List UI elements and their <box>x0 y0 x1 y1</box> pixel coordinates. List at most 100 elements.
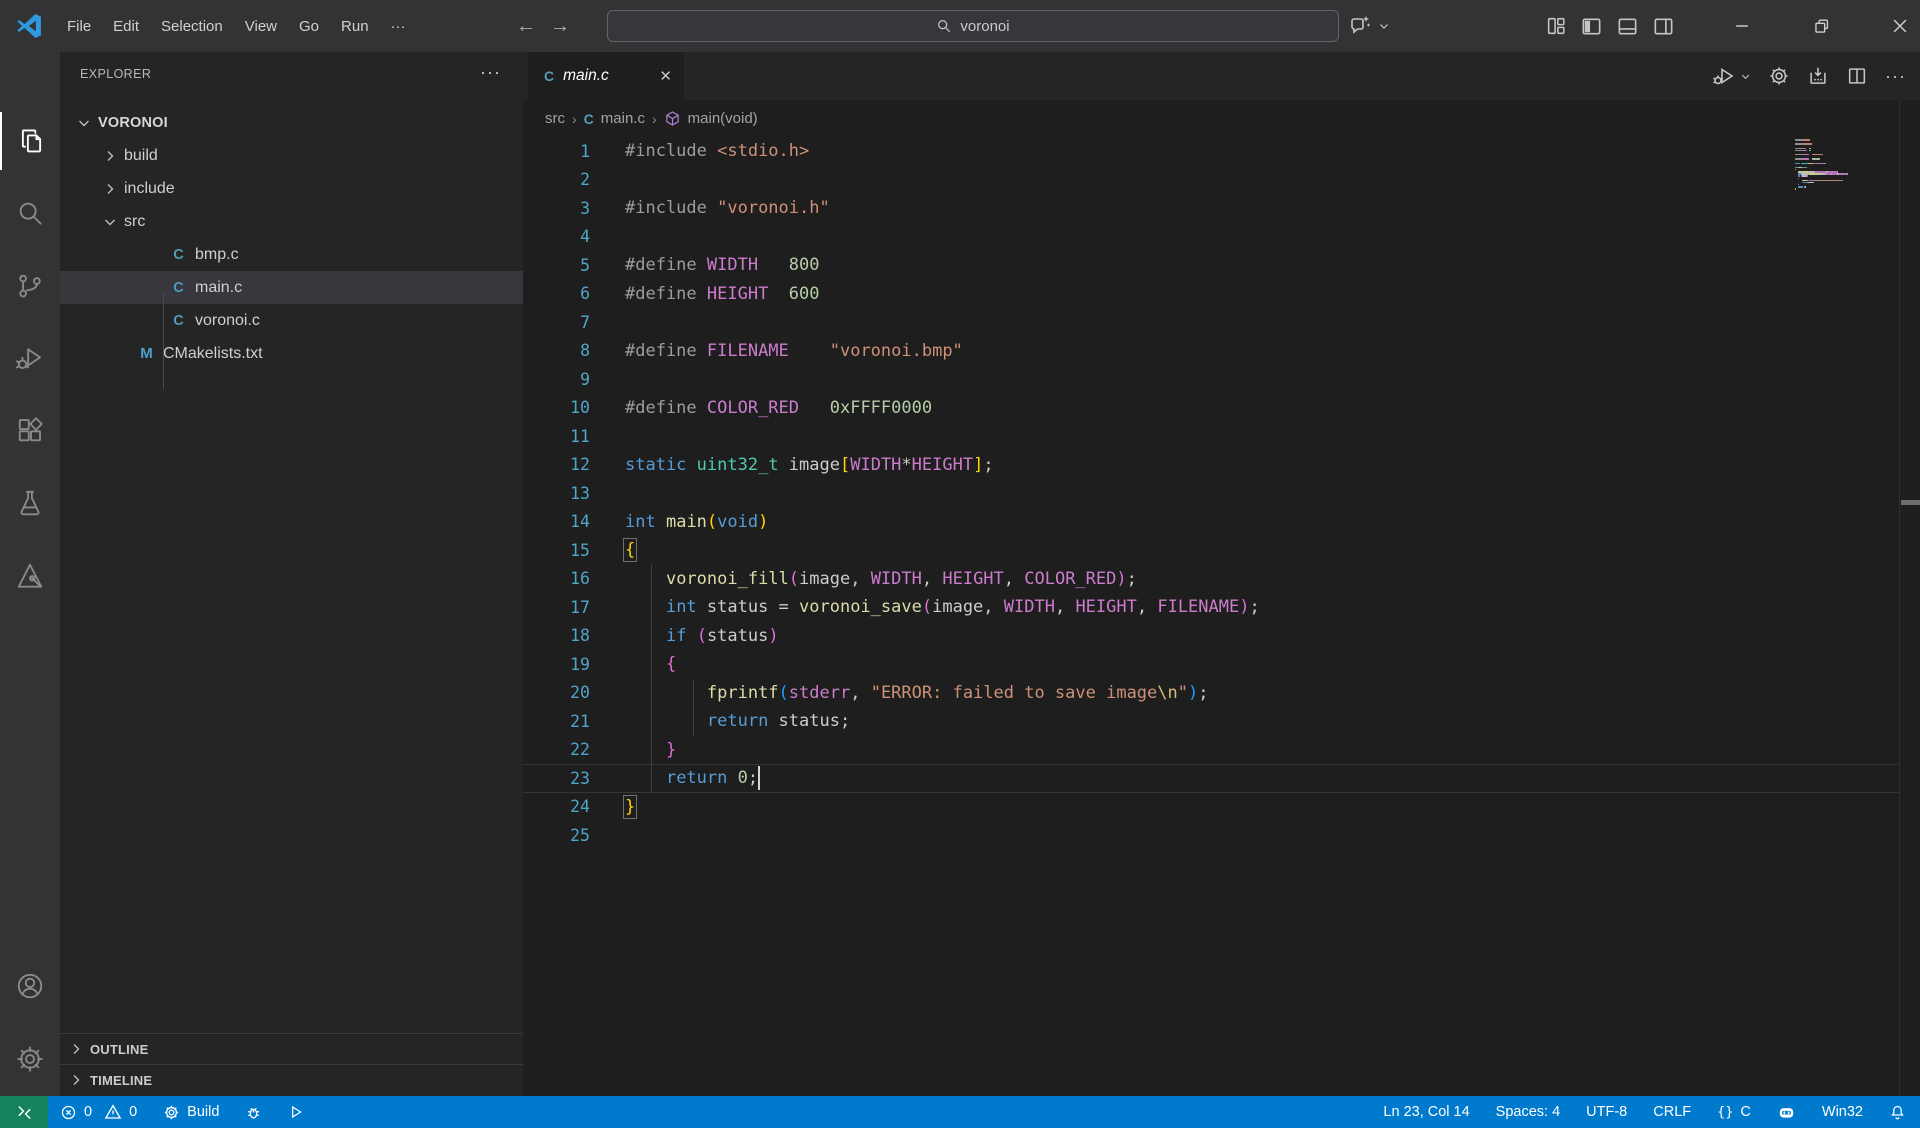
activity-source-control[interactable] <box>0 257 60 315</box>
code-line-19[interactable]: 19 { <box>523 650 1920 679</box>
install-build-icon[interactable] <box>1807 65 1829 87</box>
breadcrumb: src › C main.c › main(void) <box>523 100 1920 137</box>
activity-explorer[interactable] <box>0 112 62 170</box>
tab-main-c[interactable]: C main.c ✕ <box>528 52 684 100</box>
cmake-build-button[interactable]: Build <box>163 1104 219 1121</box>
statusbar-copilot[interactable] <box>1777 1103 1796 1122</box>
line-number: 22 <box>523 740 590 759</box>
tree-item-build[interactable]: build <box>60 139 523 172</box>
activity-account[interactable] <box>0 957 60 1015</box>
toggle-secondary-sidebar-icon[interactable] <box>1652 15 1675 38</box>
debug-target-button[interactable] <box>245 1104 262 1121</box>
section-timeline[interactable]: TIMELINE <box>60 1064 523 1095</box>
code-line-22[interactable]: 22 } <box>523 736 1920 765</box>
activity-extensions[interactable] <box>0 402 60 460</box>
code-line-21[interactable]: 21 return status; <box>523 707 1920 736</box>
more-actions-icon[interactable]: ··· <box>480 62 501 83</box>
code-line-7[interactable]: 7 <box>523 308 1920 337</box>
breadcrumb-file[interactable]: main.c <box>601 110 645 127</box>
code-line-1[interactable]: 1#include <stdio.h> <box>523 137 1920 166</box>
launch-target-button[interactable] <box>288 1104 304 1120</box>
tree-item-label: CMakelists.txt <box>163 345 263 363</box>
code-line-5[interactable]: 5#define WIDTH 800 <box>523 251 1920 280</box>
code-line-17[interactable]: 17 int status = voronoi_save(image, WIDT… <box>523 593 1920 622</box>
code-line-20[interactable]: 20 fprintf(stderr, "ERROR: failed to sav… <box>523 679 1920 708</box>
problems-indicator[interactable]: 0 0 <box>60 1103 137 1121</box>
line-number: 24 <box>523 797 590 816</box>
code-line-14[interactable]: 14int main(void) <box>523 508 1920 537</box>
code-line-18[interactable]: 18 if (status) <box>523 622 1920 651</box>
activity-settings[interactable] <box>0 1030 60 1088</box>
c-file-icon: C <box>544 68 554 84</box>
code-line-16[interactable]: 16 voronoi_fill(image, WIDTH, HEIGHT, CO… <box>523 565 1920 594</box>
minimap[interactable] <box>1795 139 1885 193</box>
back-arrow-icon[interactable]: ← <box>516 15 536 38</box>
copilot-menu[interactable] <box>1348 0 1390 52</box>
activity-run-debug[interactable] <box>0 329 60 387</box>
scrollbar-track[interactable] <box>1899 100 1920 1096</box>
minimize-icon[interactable] <box>1732 16 1752 36</box>
remote-indicator[interactable] <box>0 1096 48 1128</box>
restore-icon[interactable] <box>1812 17 1831 36</box>
menu-selection[interactable]: Selection <box>150 13 234 40</box>
toggle-panel-icon[interactable] <box>1616 15 1639 38</box>
code-line-9[interactable]: 9 <box>523 365 1920 394</box>
code-line-3[interactable]: 3#include "voronoi.h" <box>523 194 1920 223</box>
breadcrumb-src[interactable]: src <box>545 110 565 127</box>
statusbar-language-mode[interactable]: {}C <box>1717 1104 1751 1120</box>
statusbar-platform[interactable]: Win32 <box>1822 1104 1863 1120</box>
menu-go[interactable]: Go <box>288 13 330 40</box>
command-center-search[interactable]: voronoi <box>607 10 1339 42</box>
statusbar-eol[interactable]: CRLF <box>1653 1104 1691 1120</box>
c-file-icon: C <box>584 111 594 127</box>
code-line-25[interactable]: 25 <box>523 821 1920 850</box>
statusbar-notifications[interactable] <box>1889 1104 1906 1121</box>
menu-[interactable]: ··· <box>380 13 417 40</box>
activity-cmake[interactable] <box>0 547 60 605</box>
code-line-2[interactable]: 2 <box>523 166 1920 195</box>
menu-edit[interactable]: Edit <box>102 13 150 40</box>
code-line-8[interactable]: 8#define FILENAME "voronoi.bmp" <box>523 337 1920 366</box>
tree-item-include[interactable]: include <box>60 172 523 205</box>
activity-search[interactable] <box>0 184 60 242</box>
code-line-13[interactable]: 13 <box>523 479 1920 508</box>
tree-item-src[interactable]: src <box>60 205 523 238</box>
chevron-down-icon <box>76 115 92 131</box>
section-outline[interactable]: OUTLINE <box>60 1033 523 1064</box>
menu-bar: FileEditSelectionViewGoRun··· <box>56 0 417 52</box>
breadcrumb-symbol[interactable]: main(void) <box>688 110 758 127</box>
activity-testing[interactable] <box>0 474 60 532</box>
code-line-10[interactable]: 10#define COLOR_RED 0xFFFF0000 <box>523 394 1920 423</box>
customize-layout-icon[interactable] <box>1545 15 1567 37</box>
statusbar-encoding[interactable]: UTF-8 <box>1586 1104 1627 1120</box>
forward-arrow-icon[interactable]: → <box>550 15 570 38</box>
gear-icon[interactable] <box>1768 65 1790 87</box>
menu-file[interactable]: File <box>56 13 102 40</box>
code-line-11[interactable]: 11 <box>523 422 1920 451</box>
close-icon[interactable] <box>1890 16 1910 36</box>
code-line-23[interactable]: 23 return 0; <box>523 764 1920 793</box>
tab-bar: C main.c ✕ ··· <box>523 52 1920 100</box>
tree-item-bmp-c[interactable]: Cbmp.c <box>60 238 523 271</box>
tab-close-icon[interactable]: ✕ <box>659 67 672 85</box>
run-debug-dropdown-icon[interactable] <box>1712 64 1751 88</box>
code-line-4[interactable]: 4 <box>523 223 1920 252</box>
split-editor-icon[interactable] <box>1846 65 1868 87</box>
code-line-15[interactable]: 15{ <box>523 536 1920 565</box>
code-line-12[interactable]: 12static uint32_t image[WIDTH*HEIGHT]; <box>523 451 1920 480</box>
code-line-24[interactable]: 24} <box>523 793 1920 822</box>
scrollbar-cursor-marker <box>1901 500 1920 505</box>
tree-item-voronoi-c[interactable]: Cvoronoi.c <box>60 304 523 337</box>
toggle-primary-sidebar-icon[interactable] <box>1580 15 1603 38</box>
more-actions-icon[interactable]: ··· <box>1885 66 1906 87</box>
statusbar-cursor-position[interactable]: Ln 23, Col 14 <box>1383 1104 1469 1120</box>
menu-run[interactable]: Run <box>330 13 380 40</box>
vscode-logo-icon <box>14 11 44 41</box>
code-line-6[interactable]: 6#define HEIGHT 600 <box>523 280 1920 309</box>
tree-item-main-c[interactable]: Cmain.c <box>60 271 523 304</box>
statusbar-indentation[interactable]: Spaces: 4 <box>1496 1104 1561 1120</box>
tree-item-voronoi[interactable]: VORONOI <box>60 106 523 139</box>
bell-icon <box>1889 1104 1906 1121</box>
tree-item-cmakelists-txt[interactable]: MCMakelists.txt <box>60 337 523 370</box>
menu-view[interactable]: View <box>234 13 288 40</box>
